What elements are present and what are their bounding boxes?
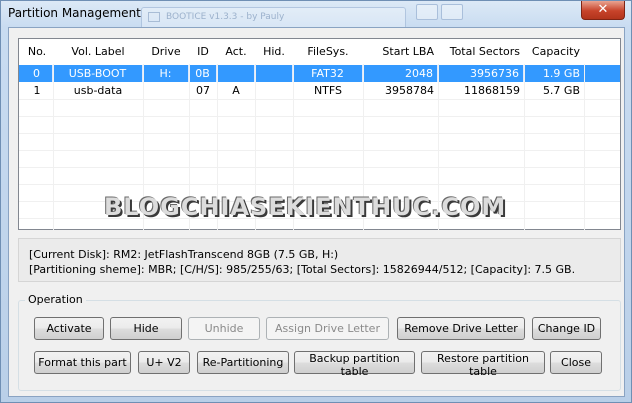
grid-divider (584, 64, 585, 230)
operation-group-label: Operation (25, 293, 86, 306)
grid-divider (19, 167, 620, 168)
grid-divider (143, 64, 144, 230)
close-window-button[interactable]: ✕ (581, 1, 625, 20)
cell-hid (255, 65, 293, 82)
grid-divider (189, 64, 190, 230)
format-this-part-button[interactable]: Format this part (34, 351, 131, 374)
cell-total-sectors: 11868159 (464, 84, 520, 97)
column-header-id[interactable]: ID (189, 39, 217, 64)
cell-start-lba: 2048 (363, 65, 438, 82)
cell-no: 0 (21, 65, 53, 82)
cell-filesys: FAT32 (293, 65, 363, 82)
grid-divider (19, 99, 620, 100)
cell-total-sectors: 3956736 (438, 65, 524, 82)
background-minimize-icon (416, 4, 438, 20)
backup-partition-table-button[interactable]: Backup partition table (294, 351, 415, 378)
cell-capacity: 1.9 GB (542, 67, 580, 80)
title-bar[interactable]: Partition Management BOOTICE v1.3.3 - by… (1, 1, 631, 27)
column-header-capacity[interactable]: Capacity (524, 39, 584, 64)
column-header-filesys[interactable]: FileSys. (293, 39, 363, 64)
cell-start-lba: 3958784 (385, 84, 434, 97)
background-tab: BOOTICE v1.3.3 - by Pauly (141, 7, 406, 27)
partition-list[interactable]: No. Vol. Label Drive ID Act. Hid. FileSy… (18, 38, 621, 230)
grid-divider (524, 64, 525, 230)
grid-divider (255, 64, 256, 230)
grid-divider (19, 218, 620, 219)
partition-row[interactable]: 0 USB-BOOT H: 0B FAT32 2048 3956736 1.9 … (19, 65, 620, 82)
remove-drive-letter-button[interactable]: Remove Drive Letter (397, 317, 525, 340)
column-header-hid[interactable]: Hid. (255, 39, 293, 64)
partition-management-window: Partition Management BOOTICE v1.3.3 - by… (0, 0, 632, 403)
re-partitioning-button[interactable]: Re-Partitioning (197, 351, 289, 374)
background-tab-label: BOOTICE v1.3.3 - by Pauly (166, 12, 285, 22)
grid-divider (363, 64, 364, 230)
cell-capacity: 5.7 GB (542, 84, 580, 97)
cell-hid (255, 82, 293, 99)
dialog-client-area: No. Vol. Label Drive ID Act. Hid. FileSy… (8, 27, 625, 397)
grid-divider (293, 64, 294, 230)
hide-button[interactable]: Hide (110, 317, 182, 340)
partitioning-scheme-info: [Partitioning sheme]: MBR; [C/H/S]: 985/… (29, 263, 576, 276)
cell-filesys: NTFS (313, 84, 343, 97)
restore-partition-table-button[interactable]: Restore partition table (421, 351, 545, 378)
cell-vol-label: usb-data (73, 84, 123, 97)
grid-divider (19, 201, 620, 202)
cell-no: 1 (33, 84, 41, 97)
activate-button[interactable]: Activate (34, 317, 104, 340)
window-title: Partition Management (8, 6, 141, 20)
unhide-button[interactable]: Unhide (188, 317, 260, 340)
u-plus-v2-button[interactable]: U+ V2 (138, 351, 190, 374)
current-disk-info: [Current Disk]: RM2: JetFlashTranscend 8… (29, 248, 339, 261)
grid-divider (217, 64, 218, 230)
cell-act: A (232, 84, 240, 97)
cell-drive (143, 82, 189, 99)
grid-divider (19, 150, 620, 151)
column-header-start-lba[interactable]: Start LBA (363, 39, 438, 64)
cell-drive: H: (143, 65, 189, 82)
cell-id: 07 (196, 84, 210, 97)
operation-group: Operation Activate Hide Unhide Assign Dr… (18, 293, 621, 391)
cell-vol-label: USB-BOOT (53, 65, 143, 82)
disk-info-panel: [Current Disk]: RM2: JetFlashTranscend 8… (18, 238, 621, 282)
column-header-drive[interactable]: Drive (143, 39, 189, 64)
column-header-vol-label[interactable]: Vol. Label (53, 39, 143, 64)
partition-list-header: No. Vol. Label Drive ID Act. Hid. FileSy… (19, 39, 620, 64)
grid-divider (19, 116, 620, 117)
partition-row[interactable]: 1 usb-data 07 A NTFS 3958784 11868159 5.… (19, 82, 620, 99)
grid-divider (19, 184, 620, 185)
column-header-no[interactable]: No. (21, 39, 53, 64)
grid-divider (53, 64, 54, 230)
grid-divider (19, 133, 620, 134)
cell-act (217, 65, 255, 82)
grid-divider (438, 64, 439, 230)
app-icon (148, 12, 160, 22)
assign-drive-letter-button[interactable]: Assign Drive Letter (266, 317, 389, 340)
background-maximize-icon (441, 4, 463, 20)
close-button[interactable]: Close (550, 351, 602, 374)
change-id-button[interactable]: Change ID (532, 317, 601, 340)
column-header-total-sectors[interactable]: Total Sectors (438, 39, 524, 64)
cell-id: 0B (189, 65, 217, 82)
column-header-act[interactable]: Act. (217, 39, 255, 64)
